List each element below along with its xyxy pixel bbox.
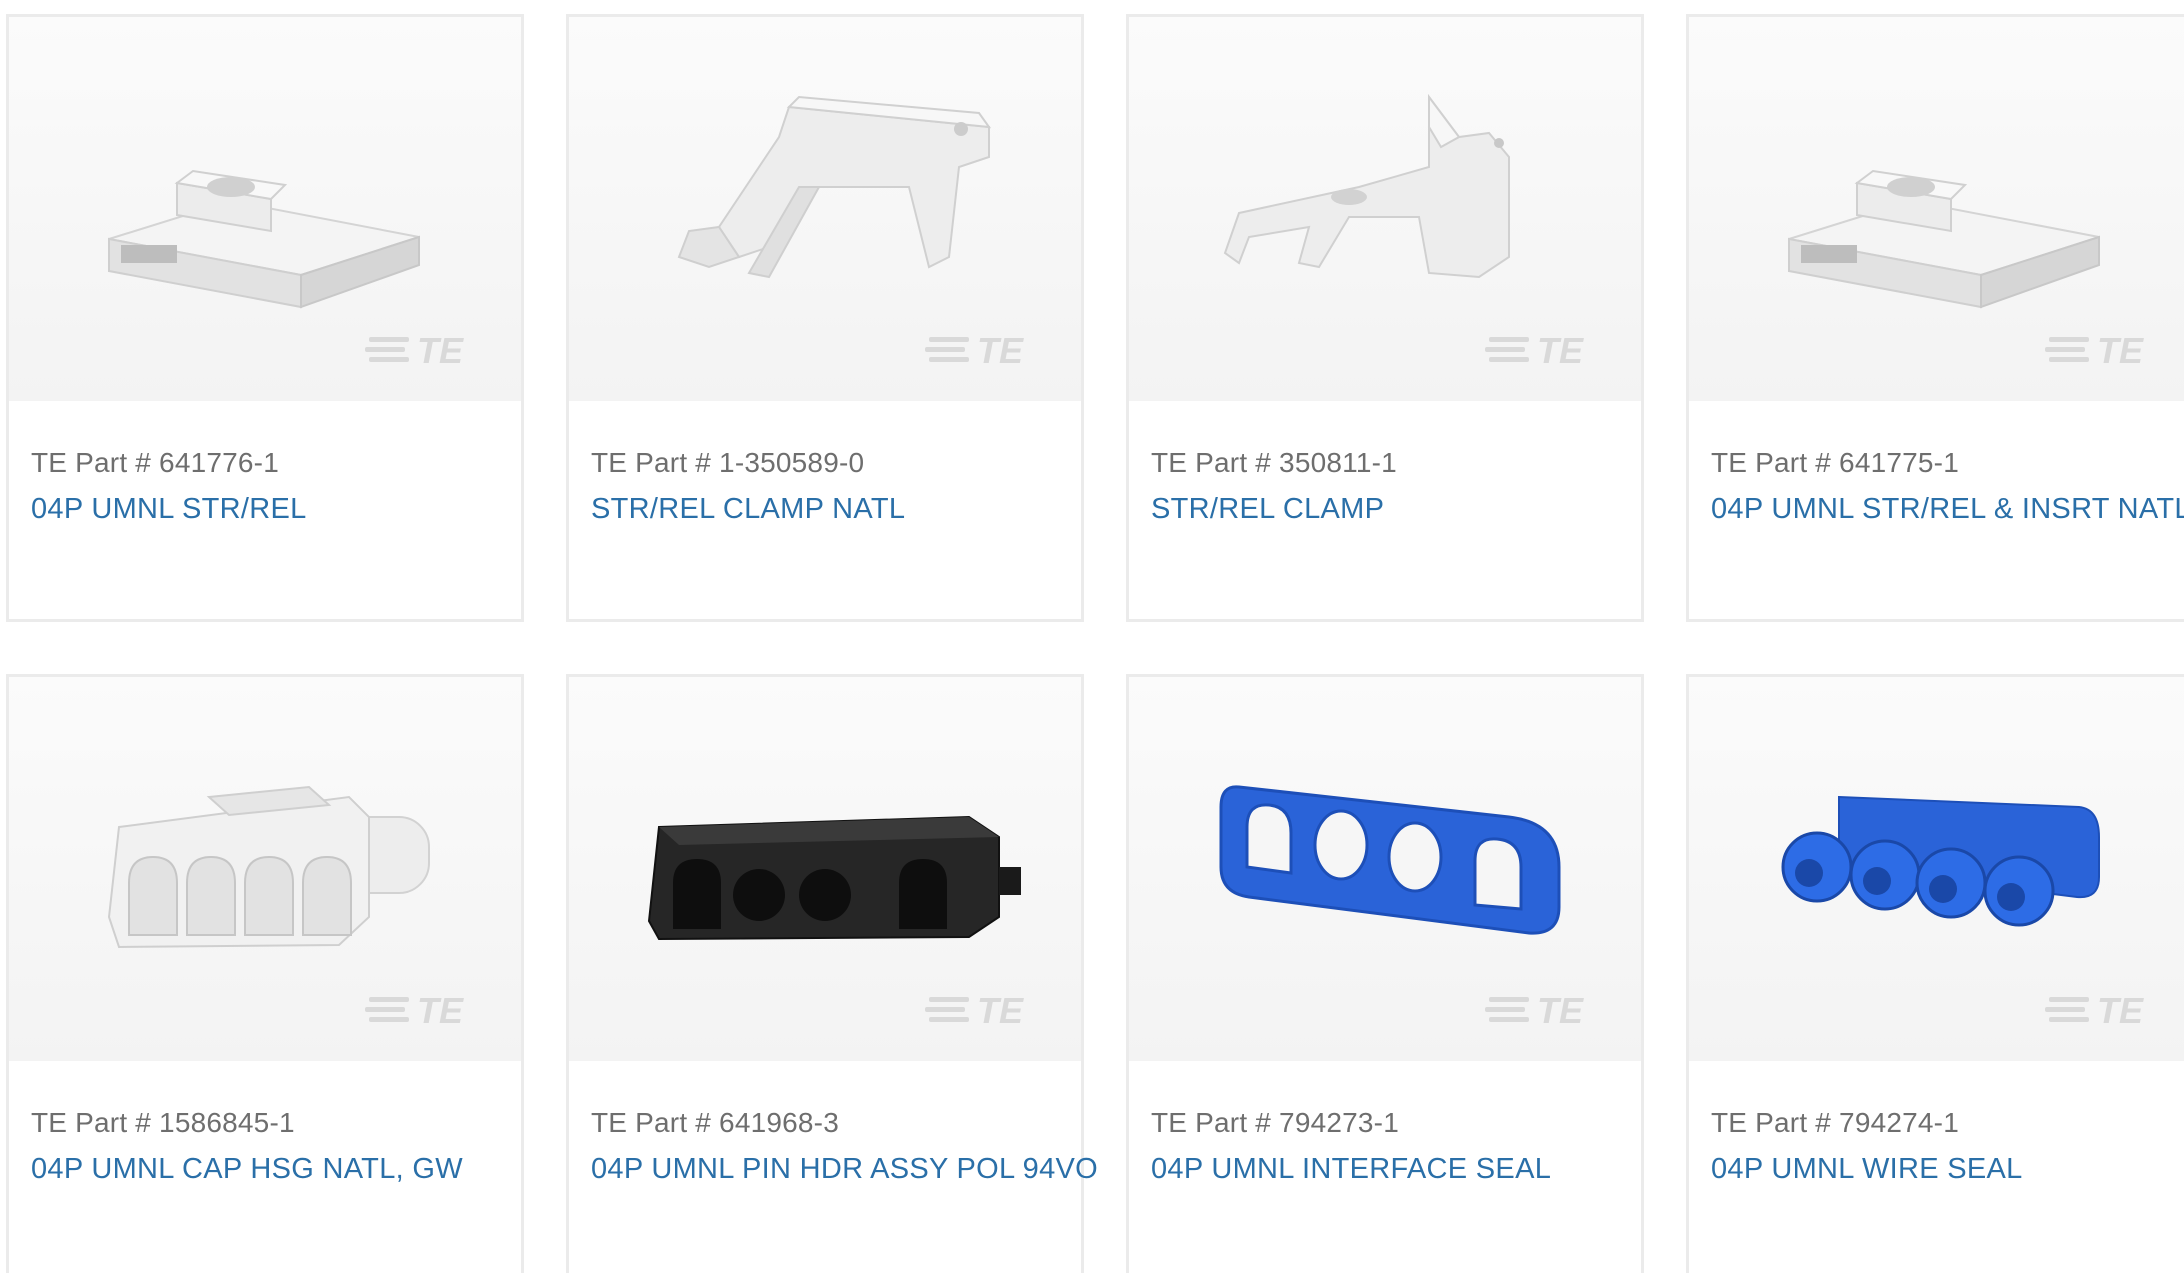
- product-name-link[interactable]: 04P UMNL STR/REL & INSRT NATL: [1711, 493, 2184, 526]
- product-card[interactable]: TE TE Part # 350811-1 STR/REL CLAMP: [1126, 14, 1644, 622]
- product-image[interactable]: TE: [9, 677, 521, 1061]
- svg-text:TE: TE: [977, 330, 1024, 369]
- part-number: TE Part # 1586845-1: [31, 1107, 295, 1138]
- part-number: TE Part # 641776-1: [31, 447, 279, 478]
- part-number: TE Part # 641775-1: [1711, 447, 1959, 478]
- product-image[interactable]: TE: [1689, 17, 2184, 401]
- product-image[interactable]: TE: [569, 17, 1081, 401]
- te-logo-icon: TE: [1485, 330, 1584, 369]
- product-image[interactable]: TE: [9, 17, 521, 401]
- product-card[interactable]: TE TE Part # 641775-1 04P UMNL STR/REL &…: [1686, 14, 2184, 622]
- product-image[interactable]: TE: [1129, 17, 1641, 401]
- part-number: TE Part # 350811-1: [1151, 447, 1397, 478]
- svg-text:TE: TE: [2097, 990, 2144, 1029]
- product-name-link[interactable]: STR/REL CLAMP: [1151, 493, 1384, 526]
- product-image[interactable]: TE: [569, 677, 1081, 1061]
- te-logo-icon: TE: [925, 990, 1024, 1029]
- svg-text:TE: TE: [417, 990, 464, 1029]
- te-logo-icon: TE: [2045, 990, 2144, 1029]
- svg-text:TE: TE: [977, 990, 1024, 1029]
- product-name-link[interactable]: 04P UMNL PIN HDR ASSY POL 94VO: [591, 1153, 1098, 1186]
- product-card[interactable]: TE TE Part # 794273-1 04P UMNL INTERFACE…: [1126, 674, 1644, 1273]
- product-card[interactable]: TE TE Part # 641968-3 04P UMNL PIN HDR A…: [566, 674, 1098, 1273]
- product-card[interactable]: TE TE Part # 794274-1 04P UMNL WIRE SEAL: [1686, 674, 2184, 1273]
- product-grid: TE TE Part # 641776-1 04P UMNL STR/REL T…: [0, 0, 2184, 1273]
- part-number: TE Part # 1-350589-0: [591, 447, 865, 478]
- svg-text:TE: TE: [1537, 330, 1584, 369]
- product-name-link[interactable]: 04P UMNL CAP HSG NATL, GW: [31, 1153, 463, 1186]
- product-name-link[interactable]: 04P UMNL WIRE SEAL: [1711, 1153, 2023, 1186]
- svg-text:TE: TE: [417, 330, 464, 369]
- product-image[interactable]: TE: [1689, 677, 2184, 1061]
- product-name-link[interactable]: STR/REL CLAMP NATL: [591, 493, 905, 526]
- product-name-link[interactable]: 04P UMNL STR/REL: [31, 493, 307, 526]
- part-number: TE Part # 794273-1: [1151, 1107, 1399, 1138]
- part-number: TE Part # 641968-3: [591, 1107, 839, 1138]
- svg-text:TE: TE: [2097, 330, 2144, 369]
- te-logo-icon: TE: [2045, 330, 2144, 369]
- svg-text:TE: TE: [1537, 990, 1584, 1029]
- te-logo-icon: TE: [925, 330, 1024, 369]
- product-card[interactable]: TE TE Part # 1586845-1 04P UMNL CAP HSG …: [6, 674, 524, 1273]
- part-number: TE Part # 794274-1: [1711, 1107, 1959, 1138]
- product-card[interactable]: TE TE Part # 1-350589-0 STR/REL CLAMP NA…: [566, 14, 1084, 622]
- te-logo-icon: TE: [365, 330, 464, 369]
- product-name-link[interactable]: 04P UMNL INTERFACE SEAL: [1151, 1153, 1551, 1186]
- te-logo-icon: TE: [365, 990, 464, 1029]
- product-card[interactable]: TE TE Part # 641776-1 04P UMNL STR/REL: [6, 14, 524, 622]
- product-image[interactable]: TE: [1129, 677, 1641, 1061]
- te-logo-icon: TE: [1485, 990, 1584, 1029]
